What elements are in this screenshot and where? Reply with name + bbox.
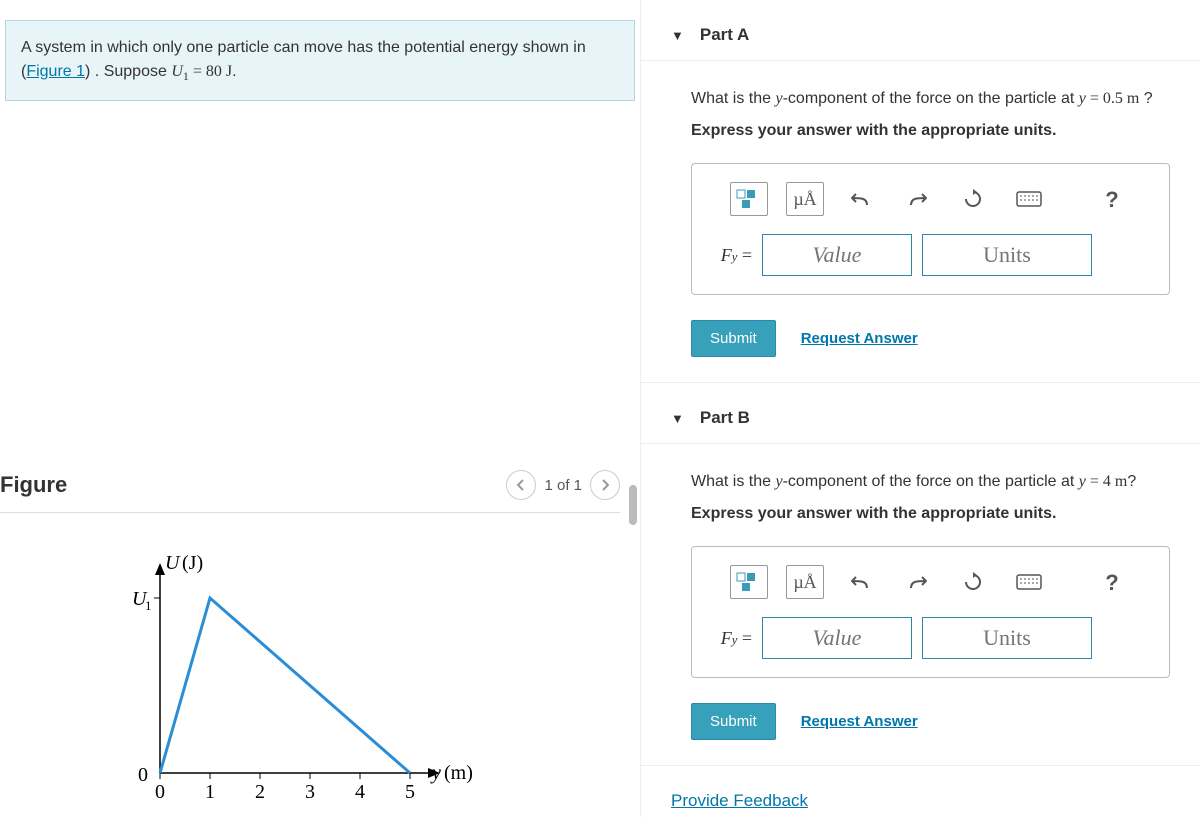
part-a-value-input[interactable]	[762, 234, 912, 276]
part-a-units-input[interactable]	[922, 234, 1092, 276]
part-a-label: Part A	[700, 25, 749, 45]
undo-button[interactable]	[842, 565, 880, 599]
keyboard-button[interactable]	[1010, 565, 1048, 599]
reset-icon	[963, 189, 983, 209]
help-button[interactable]: ?	[1093, 565, 1131, 599]
keyboard-button[interactable]	[1010, 182, 1048, 216]
reset-icon	[963, 572, 983, 592]
svg-text:(J): (J)	[182, 553, 203, 574]
svg-text:1: 1	[145, 598, 152, 613]
figure-next-button[interactable]	[590, 470, 620, 500]
templates-icon	[736, 189, 762, 209]
svg-text:2: 2	[255, 781, 265, 803]
part-b-instruction: Express your answer with the appropriate…	[691, 501, 1170, 527]
scrollbar[interactable]	[629, 0, 637, 817]
reset-button[interactable]	[954, 565, 992, 599]
svg-text:(m): (m)	[444, 762, 473, 784]
part-a-answer-box: µÅ ?	[691, 163, 1170, 295]
figure-header: Figure 1 of 1	[0, 470, 620, 513]
part-b-label: Part B	[700, 408, 750, 428]
undo-icon	[851, 191, 871, 207]
figure-link[interactable]: Figure 1	[26, 63, 85, 80]
undo-icon	[851, 574, 871, 590]
units-button[interactable]: µÅ	[786, 182, 824, 216]
redo-icon	[907, 574, 927, 590]
figure-plot: U (J) U 1 0 0 1 2 3 4 5 y (m)	[0, 513, 620, 813]
redo-icon	[907, 191, 927, 207]
templates-icon	[736, 572, 762, 592]
part-b-units-input[interactable]	[922, 617, 1092, 659]
svg-text:1: 1	[205, 781, 215, 803]
problem-statement: A system in which only one particle can …	[5, 20, 635, 101]
redo-button[interactable]	[898, 182, 936, 216]
svg-text:y: y	[430, 762, 441, 784]
part-b-question: What is the y-component of the force on …	[691, 469, 1170, 495]
redo-button[interactable]	[898, 565, 936, 599]
svg-text:0: 0	[138, 764, 148, 786]
figure-title: Figure	[0, 472, 67, 498]
chevron-left-icon	[517, 479, 525, 491]
part-a-instruction: Express your answer with the appropriate…	[691, 118, 1170, 144]
provide-feedback-link[interactable]: Provide Feedback	[671, 791, 808, 810]
part-b-header[interactable]: ▼ Part B	[641, 382, 1200, 444]
units-button[interactable]: µÅ	[786, 565, 824, 599]
svg-text:4: 4	[355, 781, 365, 803]
caret-down-icon: ▼	[671, 28, 684, 43]
part-b-request-answer-link[interactable]: Request Answer	[801, 710, 918, 734]
chevron-right-icon	[601, 479, 609, 491]
part-b-submit-button[interactable]: Submit	[691, 703, 776, 740]
templates-button[interactable]	[730, 182, 768, 216]
part-b-answer-box: µÅ ?	[691, 546, 1170, 678]
svg-text:5: 5	[405, 781, 415, 803]
caret-down-icon: ▼	[671, 411, 684, 426]
templates-button[interactable]	[730, 565, 768, 599]
undo-button[interactable]	[842, 182, 880, 216]
scroll-thumb[interactable]	[629, 485, 637, 525]
svg-text:U: U	[165, 553, 181, 574]
svg-text:0: 0	[155, 781, 165, 803]
part-b-answer-label: Fy =	[710, 624, 752, 653]
part-a-header[interactable]: ▼ Part A	[641, 0, 1200, 61]
part-a-submit-button[interactable]: Submit	[691, 320, 776, 357]
figure-prev-button[interactable]	[506, 470, 536, 500]
keyboard-icon	[1016, 191, 1042, 207]
part-b-value-input[interactable]	[762, 617, 912, 659]
part-a-request-answer-link[interactable]: Request Answer	[801, 327, 918, 351]
svg-text:3: 3	[305, 781, 315, 803]
part-a-question: What is the y-component of the force on …	[691, 86, 1170, 112]
help-button[interactable]: ?	[1093, 182, 1131, 216]
figure-pager: 1 of 1	[544, 477, 582, 494]
keyboard-icon	[1016, 574, 1042, 590]
reset-button[interactable]	[954, 182, 992, 216]
part-a-answer-label: Fy =	[710, 241, 752, 270]
